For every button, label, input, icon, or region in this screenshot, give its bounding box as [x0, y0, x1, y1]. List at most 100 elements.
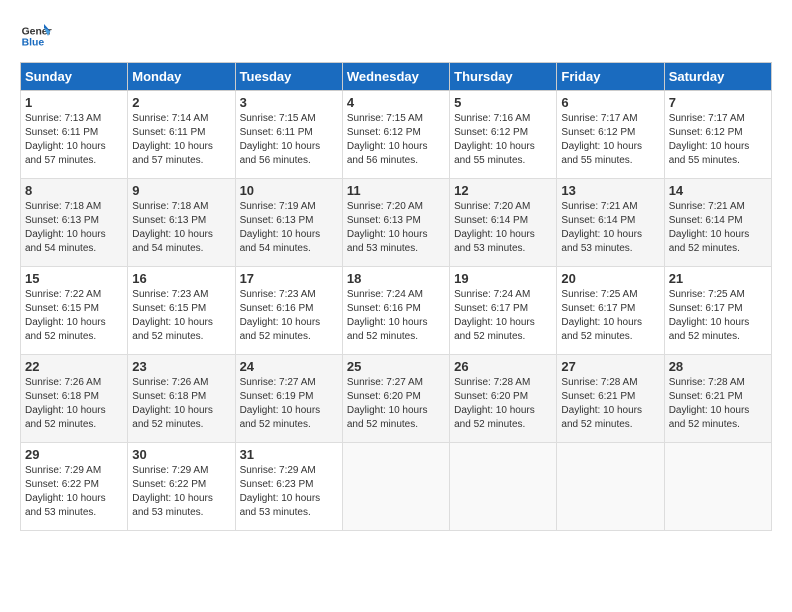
- day-number: 18: [347, 271, 445, 286]
- cell-details: Sunrise: 7:15 AMSunset: 6:11 PMDaylight:…: [240, 112, 338, 168]
- calendar-cell: 5 Sunrise: 7:16 AMSunset: 6:12 PMDaylight…: [450, 91, 557, 179]
- cell-details: Sunrise: 7:18 AMSunset: 6:13 PMDaylight:…: [132, 200, 230, 256]
- calendar-day-header: Thursday: [450, 63, 557, 91]
- calendar-cell: [557, 443, 664, 531]
- calendar-cell: 24 Sunrise: 7:27 AMSunset: 6:19 PMDayligh…: [235, 355, 342, 443]
- calendar-cell: 8 Sunrise: 7:18 AMSunset: 6:13 PMDaylight…: [21, 179, 128, 267]
- cell-details: Sunrise: 7:18 AMSunset: 6:13 PMDaylight:…: [25, 200, 123, 256]
- day-number: 20: [561, 271, 659, 286]
- calendar-cell: 21 Sunrise: 7:25 AMSunset: 6:17 PMDayligh…: [664, 267, 771, 355]
- cell-details: Sunrise: 7:25 AMSunset: 6:17 PMDaylight:…: [669, 288, 767, 344]
- cell-details: Sunrise: 7:20 AMSunset: 6:13 PMDaylight:…: [347, 200, 445, 256]
- cell-details: Sunrise: 7:29 AMSunset: 6:22 PMDaylight:…: [25, 464, 123, 520]
- logo-icon: General Blue: [20, 20, 52, 52]
- calendar-day-header: Friday: [557, 63, 664, 91]
- page-header: General Blue: [20, 20, 772, 52]
- calendar-cell: 10Sunrise: 7:19 AMSunset: 6:13 PMDayligh…: [235, 179, 342, 267]
- calendar-cell: 6Sunrise: 7:17 AMSunset: 6:12 PMDaylight…: [557, 91, 664, 179]
- calendar-cell: 11 Sunrise: 7:20 AMSunset: 6:13 PMDayligh…: [342, 179, 449, 267]
- day-number: 15: [25, 271, 123, 286]
- cell-details: Sunrise: 7:20 AMSunset: 6:14 PMDaylight:…: [454, 200, 552, 256]
- calendar-day-header: Monday: [128, 63, 235, 91]
- cell-details: Sunrise: 7:19 AMSunset: 6:13 PMDaylight:…: [240, 200, 338, 256]
- cell-details: Sunrise: 7:24 AMSunset: 6:17 PMDaylight:…: [454, 288, 552, 344]
- calendar-cell: 17Sunrise: 7:23 AMSunset: 6:16 PMDayligh…: [235, 267, 342, 355]
- calendar-table: SundayMondayTuesdayWednesdayThursdayFrid…: [20, 62, 772, 531]
- cell-details: Sunrise: 7:16 AMSunset: 6:12 PMDaylight:…: [454, 112, 552, 168]
- calendar-cell: 16 Sunrise: 7:23 AMSunset: 6:15 PMDayligh…: [128, 267, 235, 355]
- cell-details: Sunrise: 7:29 AMSunset: 6:22 PMDaylight:…: [132, 464, 230, 520]
- calendar-week-row: 29 Sunrise: 7:29 AMSunset: 6:22 PMDayligh…: [21, 443, 772, 531]
- calendar-cell: 14 Sunrise: 7:21 AMSunset: 6:14 PMDayligh…: [664, 179, 771, 267]
- day-number: 5: [454, 95, 552, 110]
- day-number: 3: [240, 95, 338, 110]
- day-number: 22: [25, 359, 123, 374]
- calendar-cell: 19Sunrise: 7:24 AMSunset: 6:17 PMDayligh…: [450, 267, 557, 355]
- day-number: 8: [25, 183, 123, 198]
- cell-details: Sunrise: 7:26 AMSunset: 6:18 PMDaylight:…: [132, 376, 230, 432]
- cell-details: Sunrise: 7:25 AMSunset: 6:17 PMDaylight:…: [561, 288, 659, 344]
- day-number: 12: [454, 183, 552, 198]
- calendar-cell: 25 Sunrise: 7:27 AMSunset: 6:20 PMDayligh…: [342, 355, 449, 443]
- cell-details: Sunrise: 7:14 AMSunset: 6:11 PMDaylight:…: [132, 112, 230, 168]
- cell-details: Sunrise: 7:21 AMSunset: 6:14 PMDaylight:…: [669, 200, 767, 256]
- svg-text:Blue: Blue: [22, 38, 45, 49]
- day-number: 26: [454, 359, 552, 374]
- day-number: 23: [132, 359, 230, 374]
- cell-details: Sunrise: 7:21 AMSunset: 6:14 PMDaylight:…: [561, 200, 659, 256]
- calendar-cell: 7 Sunrise: 7:17 AMSunset: 6:12 PMDaylight…: [664, 91, 771, 179]
- calendar-day-header: Sunday: [21, 63, 128, 91]
- day-number: 14: [669, 183, 767, 198]
- day-number: 21: [669, 271, 767, 286]
- day-number: 11: [347, 183, 445, 198]
- calendar-day-header: Tuesday: [235, 63, 342, 91]
- day-number: 1: [25, 95, 123, 110]
- cell-details: Sunrise: 7:17 AMSunset: 6:12 PMDaylight:…: [669, 112, 767, 168]
- calendar-cell: 12 Sunrise: 7:20 AMSunset: 6:14 PMDayligh…: [450, 179, 557, 267]
- calendar-cell: 28 Sunrise: 7:28 AMSunset: 6:21 PMDayligh…: [664, 355, 771, 443]
- calendar-cell: 9 Sunrise: 7:18 AMSunset: 6:13 PMDaylight…: [128, 179, 235, 267]
- calendar-body: 1Sunrise: 7:13 AMSunset: 6:11 PMDaylight…: [21, 91, 772, 531]
- day-number: 16: [132, 271, 230, 286]
- calendar-cell: 4 Sunrise: 7:15 AMSunset: 6:12 PMDaylight…: [342, 91, 449, 179]
- calendar-cell: [342, 443, 449, 531]
- day-number: 27: [561, 359, 659, 374]
- cell-details: Sunrise: 7:28 AMSunset: 6:21 PMDaylight:…: [669, 376, 767, 432]
- cell-details: Sunrise: 7:29 AMSunset: 6:23 PMDaylight:…: [240, 464, 338, 520]
- calendar-day-header: Wednesday: [342, 63, 449, 91]
- day-number: 7: [669, 95, 767, 110]
- cell-details: Sunrise: 7:23 AMSunset: 6:15 PMDaylight:…: [132, 288, 230, 344]
- cell-details: Sunrise: 7:15 AMSunset: 6:12 PMDaylight:…: [347, 112, 445, 168]
- calendar-cell: 13Sunrise: 7:21 AMSunset: 6:14 PMDayligh…: [557, 179, 664, 267]
- day-number: 9: [132, 183, 230, 198]
- calendar-cell: 26Sunrise: 7:28 AMSunset: 6:20 PMDayligh…: [450, 355, 557, 443]
- day-number: 30: [132, 447, 230, 462]
- calendar-week-row: 8 Sunrise: 7:18 AMSunset: 6:13 PMDaylight…: [21, 179, 772, 267]
- cell-details: Sunrise: 7:27 AMSunset: 6:20 PMDaylight:…: [347, 376, 445, 432]
- calendar-week-row: 15 Sunrise: 7:22 AMSunset: 6:15 PMDayligh…: [21, 267, 772, 355]
- cell-details: Sunrise: 7:26 AMSunset: 6:18 PMDaylight:…: [25, 376, 123, 432]
- cell-details: Sunrise: 7:27 AMSunset: 6:19 PMDaylight:…: [240, 376, 338, 432]
- day-number: 4: [347, 95, 445, 110]
- calendar-week-row: 22 Sunrise: 7:26 AMSunset: 6:18 PMDayligh…: [21, 355, 772, 443]
- logo: General Blue: [20, 20, 52, 52]
- calendar-cell: 15 Sunrise: 7:22 AMSunset: 6:15 PMDayligh…: [21, 267, 128, 355]
- calendar-cell: 3 Sunrise: 7:15 AMSunset: 6:11 PMDaylight…: [235, 91, 342, 179]
- cell-details: Sunrise: 7:22 AMSunset: 6:15 PMDaylight:…: [25, 288, 123, 344]
- calendar-cell: 20 Sunrise: 7:25 AMSunset: 6:17 PMDayligh…: [557, 267, 664, 355]
- calendar-cell: 30 Sunrise: 7:29 AMSunset: 6:22 PMDayligh…: [128, 443, 235, 531]
- day-number: 29: [25, 447, 123, 462]
- calendar-cell: 22 Sunrise: 7:26 AMSunset: 6:18 PMDayligh…: [21, 355, 128, 443]
- day-number: 25: [347, 359, 445, 374]
- calendar-day-header: Saturday: [664, 63, 771, 91]
- day-number: 28: [669, 359, 767, 374]
- calendar-week-row: 1Sunrise: 7:13 AMSunset: 6:11 PMDaylight…: [21, 91, 772, 179]
- day-number: 2: [132, 95, 230, 110]
- calendar-header-row: SundayMondayTuesdayWednesdayThursdayFrid…: [21, 63, 772, 91]
- day-number: 24: [240, 359, 338, 374]
- calendar-cell: 29 Sunrise: 7:29 AMSunset: 6:22 PMDayligh…: [21, 443, 128, 531]
- calendar-cell: 23 Sunrise: 7:26 AMSunset: 6:18 PMDayligh…: [128, 355, 235, 443]
- calendar-cell: [664, 443, 771, 531]
- cell-details: Sunrise: 7:23 AMSunset: 6:16 PMDaylight:…: [240, 288, 338, 344]
- calendar-cell: 1Sunrise: 7:13 AMSunset: 6:11 PMDaylight…: [21, 91, 128, 179]
